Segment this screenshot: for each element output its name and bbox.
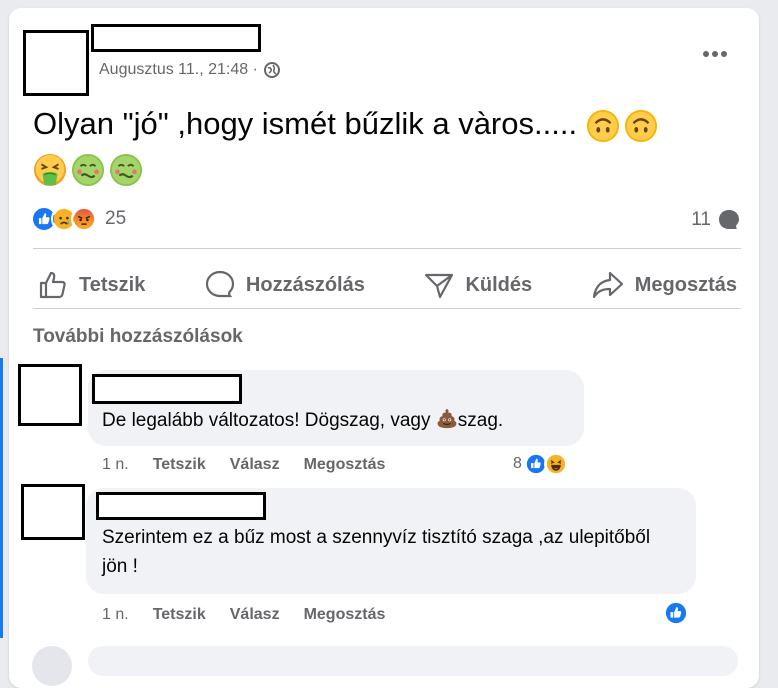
haha-reaction-icon	[543, 452, 568, 476]
divider	[33, 248, 741, 249]
comment-count-value: 11	[691, 209, 711, 230]
comment-text-part: De legalább változatos! Dögszag, vagy	[102, 410, 436, 431]
comment-reactions[interactable]: 8	[513, 452, 568, 476]
send-button[interactable]: Küldés	[419, 269, 536, 301]
send-label: Küldés	[465, 273, 533, 296]
upside-down-face-icon	[586, 109, 619, 142]
comment-time[interactable]: 1 n.	[102, 456, 129, 474]
comment-time[interactable]: 1 n.	[102, 606, 129, 624]
comment-text-part: szag.	[457, 410, 504, 431]
nauseated-face-icon	[71, 153, 105, 186]
comment-like-button[interactable]: Tetszik	[153, 606, 206, 624]
commenter-avatar[interactable]	[21, 484, 85, 540]
comment-share-button[interactable]: Megosztás	[304, 456, 386, 474]
reaction-count[interactable]: 25	[105, 208, 126, 230]
divider	[33, 308, 741, 309]
comment-reply-button[interactable]: Válasz	[230, 456, 280, 474]
comment-actions: 1 n. Tetszik Válasz Megosztás	[102, 606, 409, 624]
author-name[interactable]	[91, 24, 261, 52]
comment-bubble-icon	[719, 210, 739, 229]
comment-reply-button[interactable]: Válasz	[230, 606, 280, 624]
commenter-avatar[interactable]	[18, 364, 82, 426]
next-comment-bubble	[88, 646, 738, 676]
send-icon	[425, 273, 454, 299]
like-reaction-icon	[663, 600, 689, 626]
share-button[interactable]: Megosztás	[587, 269, 741, 301]
comment-reactions[interactable]	[663, 600, 689, 626]
comment-text: Szerintem ez a bűz most a szennyvíz tisz…	[102, 527, 651, 577]
commenter-name[interactable]	[92, 374, 242, 404]
thread-indicator	[0, 358, 3, 638]
reaction-summary[interactable]: 25	[31, 206, 126, 232]
like-button[interactable]: Tetszik	[33, 269, 149, 301]
post-timestamp[interactable]: Augusztus 11., 21:48 ·	[99, 61, 258, 79]
angry-reaction-icon	[71, 206, 97, 232]
nauseated-face-icon	[109, 153, 143, 186]
more-options-icon[interactable]	[701, 44, 729, 64]
comment-label: Hozzászólás	[245, 273, 365, 296]
post-meta: Augusztus 11., 21:48 ·	[99, 61, 280, 79]
comment-share-button[interactable]: Megosztás	[304, 606, 386, 624]
share-label: Megosztás	[634, 273, 737, 296]
upside-down-face-icon	[624, 109, 657, 142]
comment-actions: 1 n. Tetszik Válasz Megosztás	[102, 456, 409, 474]
author-avatar[interactable]	[23, 30, 89, 96]
vomiting-face-icon	[33, 153, 67, 186]
globe-icon	[263, 62, 280, 78]
comment-count[interactable]: 11	[691, 208, 741, 232]
comment-like-button[interactable]: Tetszik	[153, 456, 206, 474]
thumbs-up-icon	[39, 271, 66, 299]
like-label: Tetszik	[79, 273, 146, 296]
post-action-bar: Tetszik Hozzászólás Küldés Megosztás	[33, 256, 741, 314]
comment-button[interactable]: Hozzászólás	[200, 269, 369, 301]
commenter-name[interactable]	[96, 492, 266, 520]
next-avatar	[32, 646, 72, 686]
comment-icon	[205, 270, 235, 298]
comment-text: De legalább változatos! Dögszag, vagy sz…	[102, 406, 503, 435]
more-comments-link[interactable]: További hozzászólások	[33, 326, 243, 348]
post-text: Olyan "jó" ,hogy ismét bűzlik a vàros...…	[33, 102, 743, 190]
post-body: Olyan "jó" ,hogy ismét bűzlik a vàros...…	[33, 106, 578, 141]
comment-reaction-count: 8	[513, 455, 522, 472]
poop-icon	[437, 408, 457, 429]
share-icon	[592, 271, 623, 299]
